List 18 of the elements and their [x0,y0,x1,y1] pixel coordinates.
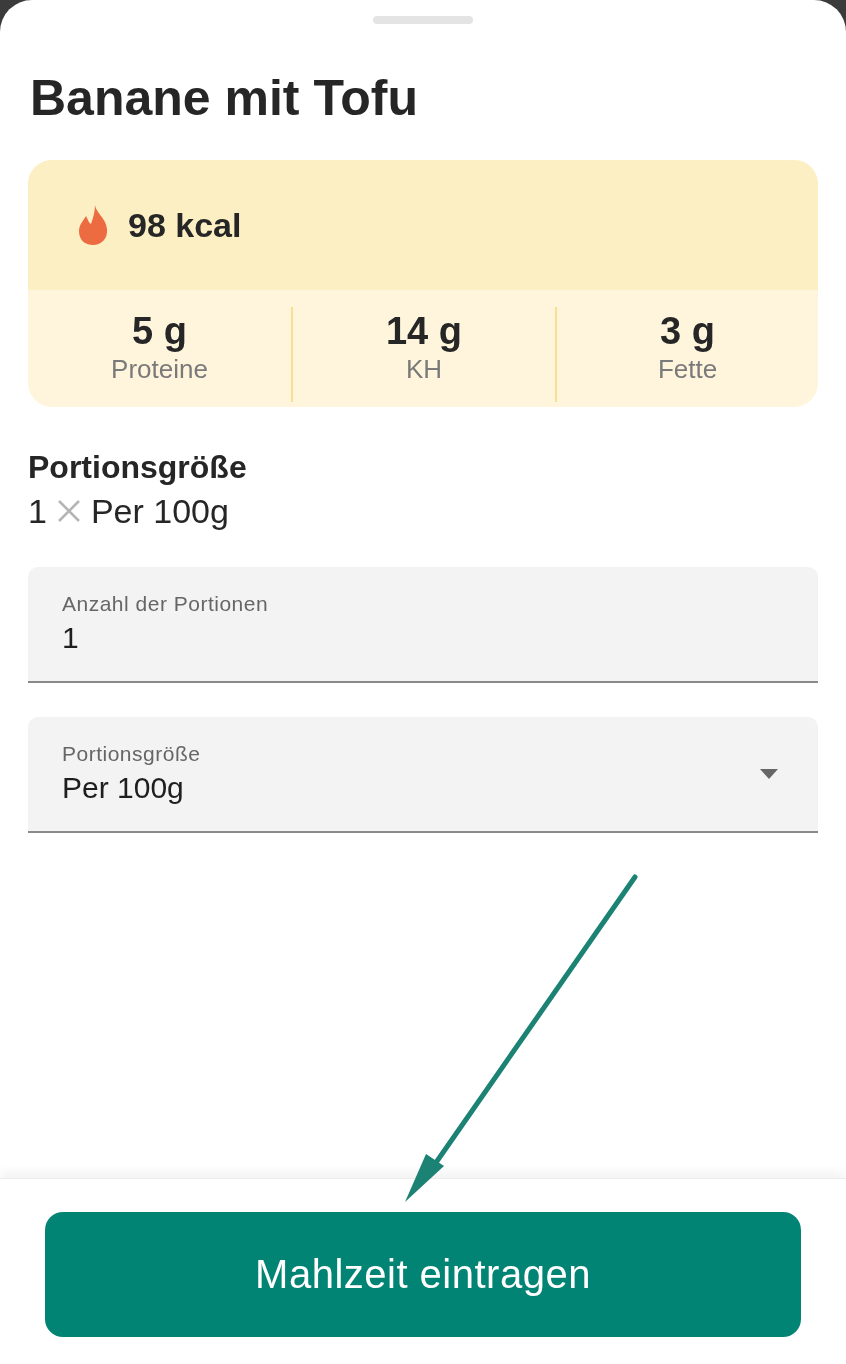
caret-icon [760,769,778,779]
portion-unit: Per 100g [90,491,229,532]
log-meal-button[interactable]: Mahlzeit eintragen [45,1212,801,1337]
macro-value: 14 g [385,309,462,353]
calories-value: 98 kcal [128,205,242,245]
servings-input[interactable]: Anzahl der Portionen 1 [28,567,818,683]
multiply-icon [56,499,81,523]
portion-heading: Portionsgröße [28,448,247,487]
portion-size-dropdown[interactable]: Portionsgröße Per 100g [28,717,818,833]
meal-title: Banane mit Tofu [30,70,419,126]
macro-label: KH [405,353,443,385]
macro-label: Fette [657,353,718,385]
flame-icon [78,204,108,246]
drag-handle[interactable] [373,16,473,24]
macro-label: Proteine [111,353,208,385]
portion-count: 1 [28,491,47,532]
macro-value: 5 g [132,309,187,353]
macro-value: 3 g [660,309,715,353]
